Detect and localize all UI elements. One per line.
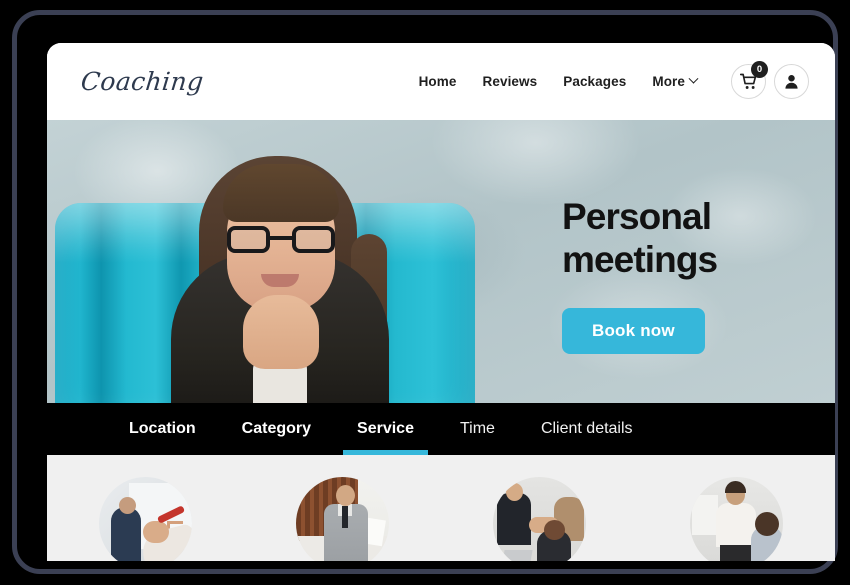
user-account-icon <box>785 74 798 89</box>
eyeglasses-icon <box>227 226 335 253</box>
hero-title-line-1: Personal <box>562 196 712 237</box>
service-item-4[interactable] <box>638 477 835 561</box>
step-tab-location[interactable]: Location <box>129 403 196 455</box>
brand-logo[interactable]: Coaching <box>79 67 205 96</box>
step-tab-client-details[interactable]: Client details <box>541 403 633 455</box>
account-button[interactable] <box>774 64 809 99</box>
service-list <box>47 455 835 561</box>
device-frame: Coaching Home Reviews Packages More 0 Pe… <box>12 10 838 574</box>
step-tab-service[interactable]: Service <box>343 403 428 455</box>
service-thumbnail-coaching <box>690 477 783 561</box>
service-thumbnail-whiteboard <box>99 477 192 561</box>
hero-title-line-2: meetings <box>562 239 718 281</box>
chevron-down-icon <box>688 73 699 84</box>
cart-button[interactable]: 0 <box>731 61 768 99</box>
book-now-button[interactable]: Book now <box>562 307 705 354</box>
hero-banner: Personal meetings Book now <box>47 120 835 403</box>
nav-item-reviews[interactable]: Reviews <box>483 74 538 89</box>
service-item-3[interactable] <box>441 477 638 561</box>
service-item-2[interactable] <box>244 477 441 561</box>
nav-item-more[interactable]: More <box>652 73 699 89</box>
site-header: Coaching Home Reviews Packages More 0 <box>47 43 835 120</box>
main-navigation: Home Reviews Packages More <box>419 73 699 89</box>
step-tab-category[interactable]: Category <box>242 403 311 455</box>
hero-copy: Personal meetings Book now <box>562 195 812 354</box>
hero-photo-person <box>165 138 395 403</box>
service-thumbnail-handshake <box>493 477 586 561</box>
booking-step-tabs: Location Category Service Time Client de… <box>47 403 835 455</box>
service-thumbnail-presenter <box>296 477 389 561</box>
nav-item-packages[interactable]: Packages <box>563 74 626 89</box>
service-item-1[interactable] <box>47 477 244 561</box>
nav-item-more-label: More <box>652 74 685 89</box>
header-actions: 0 <box>731 61 809 99</box>
cart-count-badge: 0 <box>751 61 768 78</box>
hero-title: Personal meetings <box>562 195 812 282</box>
website-viewport: Coaching Home Reviews Packages More 0 Pe… <box>47 43 835 561</box>
nav-item-home[interactable]: Home <box>419 74 457 89</box>
step-tab-time[interactable]: Time <box>460 403 495 455</box>
